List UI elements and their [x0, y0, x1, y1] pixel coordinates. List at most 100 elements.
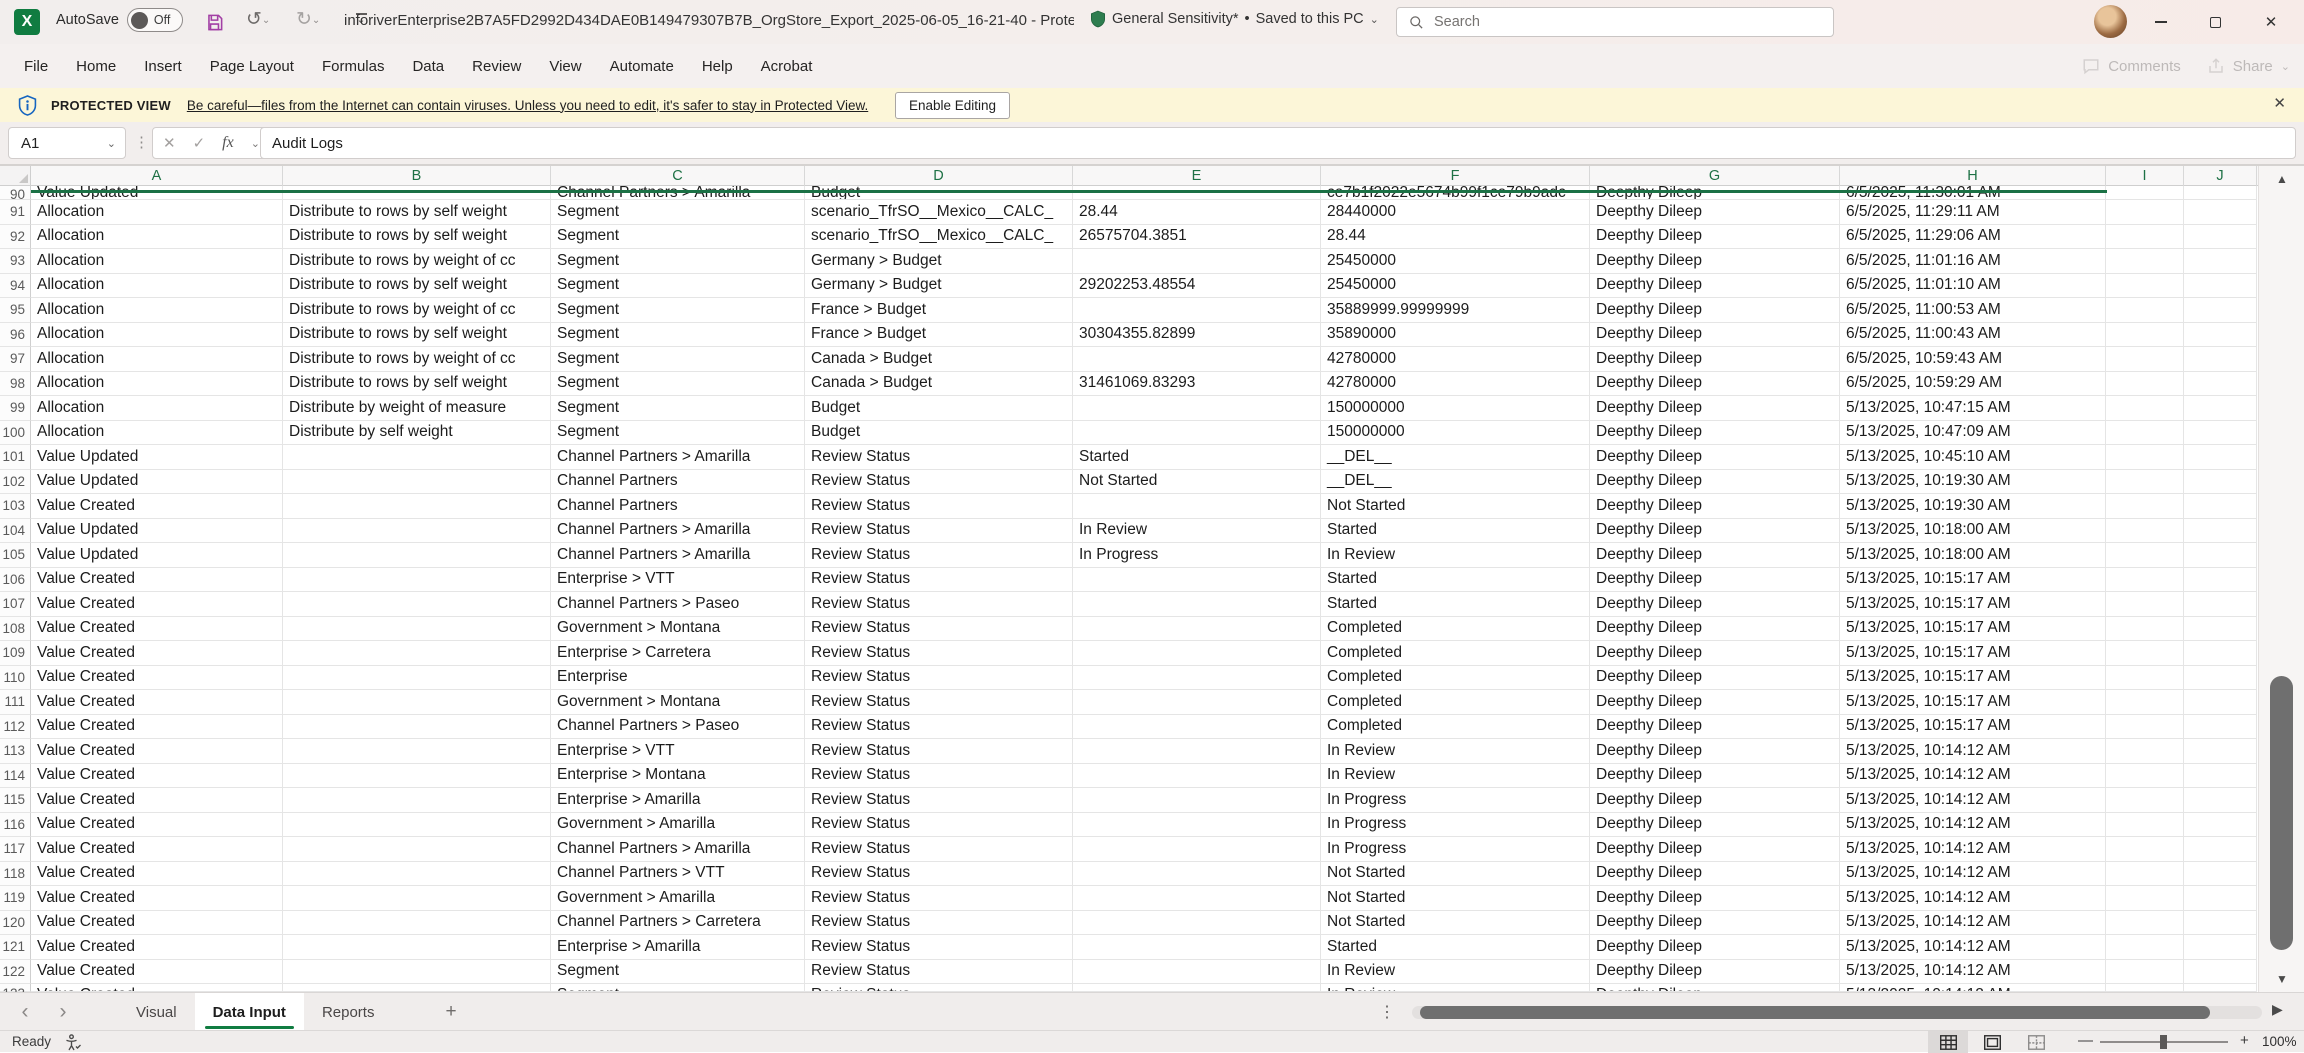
row-header-102[interactable]: 102	[0, 470, 31, 495]
cell-C91[interactable]: Segment	[551, 200, 805, 225]
cell-A108[interactable]: Value Created	[31, 617, 283, 642]
ribbon-tab-file[interactable]: File	[10, 44, 62, 88]
cell-F93[interactable]: 25450000	[1321, 249, 1590, 274]
cell-G94[interactable]: Deepthy Dileep	[1590, 274, 1840, 299]
cell-D91[interactable]: scenario_TfrSO__Mexico__CALC_	[805, 200, 1073, 225]
cell-E118[interactable]	[1073, 862, 1321, 887]
cell-D112[interactable]: Review Status	[805, 715, 1073, 740]
cell-G111[interactable]: Deepthy Dileep	[1590, 690, 1840, 715]
cell-E93[interactable]	[1073, 249, 1321, 274]
cell-D95[interactable]: France > Budget	[805, 298, 1073, 323]
row-header-96[interactable]: 96	[0, 323, 31, 348]
cell-A96[interactable]: Allocation	[31, 323, 283, 348]
cell-F94[interactable]: 25450000	[1321, 274, 1590, 299]
cell-C97[interactable]: Segment	[551, 347, 805, 372]
cell-H100[interactable]: 5/13/2025, 10:47:09 AM	[1840, 421, 2106, 446]
view-normal-button[interactable]	[1928, 1031, 1968, 1053]
cell-B121[interactable]	[283, 935, 551, 960]
cell-J101[interactable]	[2184, 445, 2257, 470]
cell-D98[interactable]: Canada > Budget	[805, 372, 1073, 397]
cell-F123[interactable]: In Review	[1321, 984, 1590, 992]
name-box-dropdown-icon[interactable]: ⌄	[107, 137, 116, 150]
cell-A114[interactable]: Value Created	[31, 764, 283, 789]
view-page-layout-button[interactable]	[1972, 1031, 2012, 1053]
cell-B94[interactable]: Distribute to rows by self weight	[283, 274, 551, 299]
cell-J97[interactable]	[2184, 347, 2257, 372]
cell-I111[interactable]	[2106, 690, 2184, 715]
row-header-91[interactable]: 91	[0, 200, 31, 225]
cell-C98[interactable]: Segment	[551, 372, 805, 397]
cell-A106[interactable]: Value Created	[31, 568, 283, 593]
cell-E111[interactable]	[1073, 690, 1321, 715]
cell-J94[interactable]	[2184, 274, 2257, 299]
cell-I94[interactable]	[2106, 274, 2184, 299]
cell-C113[interactable]: Enterprise > VTT	[551, 739, 805, 764]
ribbon-tab-formulas[interactable]: Formulas	[308, 44, 399, 88]
cell-B110[interactable]	[283, 666, 551, 691]
cell-F95[interactable]: 35889999.99999999	[1321, 298, 1590, 323]
cell-A117[interactable]: Value Created	[31, 837, 283, 862]
row-header-115[interactable]: 115	[0, 788, 31, 813]
cell-A123[interactable]: Value Created	[31, 984, 283, 992]
cell-I100[interactable]	[2106, 421, 2184, 446]
cell-E106[interactable]	[1073, 568, 1321, 593]
cell-J105[interactable]	[2184, 543, 2257, 568]
cell-A92[interactable]: Allocation	[31, 225, 283, 250]
cell-B107[interactable]	[283, 592, 551, 617]
cell-J121[interactable]	[2184, 935, 2257, 960]
cell-J110[interactable]	[2184, 666, 2257, 691]
cell-F99[interactable]: 150000000	[1321, 396, 1590, 421]
cell-A115[interactable]: Value Created	[31, 788, 283, 813]
cell-D113[interactable]: Review Status	[805, 739, 1073, 764]
cell-F103[interactable]: Not Started	[1321, 494, 1590, 519]
cell-F91[interactable]: 28440000	[1321, 200, 1590, 225]
cell-F105[interactable]: In Review	[1321, 543, 1590, 568]
row-header-107[interactable]: 107	[0, 592, 31, 617]
cell-H121[interactable]: 5/13/2025, 10:14:12 AM	[1840, 935, 2106, 960]
cell-E112[interactable]	[1073, 715, 1321, 740]
cell-H98[interactable]: 6/5/2025, 10:59:29 AM	[1840, 372, 2106, 397]
cell-F109[interactable]: Completed	[1321, 641, 1590, 666]
cell-C102[interactable]: Channel Partners	[551, 470, 805, 495]
cell-A100[interactable]: Allocation	[31, 421, 283, 446]
cell-B117[interactable]	[283, 837, 551, 862]
maximize-button[interactable]	[2192, 0, 2238, 44]
redo-button[interactable]: ↻⌄	[296, 8, 320, 31]
cell-D92[interactable]: scenario_TfrSO__Mexico__CALC_	[805, 225, 1073, 250]
cell-H106[interactable]: 5/13/2025, 10:15:17 AM	[1840, 568, 2106, 593]
cell-B93[interactable]: Distribute to rows by weight of cc	[283, 249, 551, 274]
insert-function-icon[interactable]: fx	[222, 134, 234, 152]
cell-E98[interactable]: 31461069.83293	[1073, 372, 1321, 397]
cell-C123[interactable]: Segment	[551, 984, 805, 992]
cell-J90[interactable]	[2184, 186, 2257, 200]
cell-E122[interactable]	[1073, 960, 1321, 985]
row-header-120[interactable]: 120	[0, 911, 31, 936]
cell-J100[interactable]	[2184, 421, 2257, 446]
cell-J113[interactable]	[2184, 739, 2257, 764]
cell-C95[interactable]: Segment	[551, 298, 805, 323]
cell-E120[interactable]	[1073, 911, 1321, 936]
cell-H123[interactable]: 5/13/2025, 10:14:12 AM	[1840, 984, 2106, 992]
cell-C104[interactable]: Channel Partners > Amarilla	[551, 519, 805, 544]
row-header-117[interactable]: 117	[0, 837, 31, 862]
sheet-tab-reports[interactable]: Reports	[304, 993, 393, 1031]
formula-bar[interactable]: Audit Logs	[260, 127, 2296, 159]
cell-H107[interactable]: 5/13/2025, 10:15:17 AM	[1840, 592, 2106, 617]
cell-F117[interactable]: In Progress	[1321, 837, 1590, 862]
cell-B108[interactable]	[283, 617, 551, 642]
column-header-b[interactable]: B	[283, 166, 551, 186]
cell-E102[interactable]: Not Started	[1073, 470, 1321, 495]
ribbon-tab-automate[interactable]: Automate	[596, 44, 688, 88]
cell-I120[interactable]	[2106, 911, 2184, 936]
cell-H113[interactable]: 5/13/2025, 10:14:12 AM	[1840, 739, 2106, 764]
cell-I106[interactable]	[2106, 568, 2184, 593]
cell-E107[interactable]	[1073, 592, 1321, 617]
cell-D111[interactable]: Review Status	[805, 690, 1073, 715]
cell-C116[interactable]: Government > Amarilla	[551, 813, 805, 838]
cell-C90[interactable]: Channel Partners > Amarilla	[551, 186, 805, 200]
row-header-111[interactable]: 111	[0, 690, 31, 715]
row-header-92[interactable]: 92	[0, 225, 31, 250]
cell-A93[interactable]: Allocation	[31, 249, 283, 274]
cell-E119[interactable]	[1073, 886, 1321, 911]
cell-I104[interactable]	[2106, 519, 2184, 544]
